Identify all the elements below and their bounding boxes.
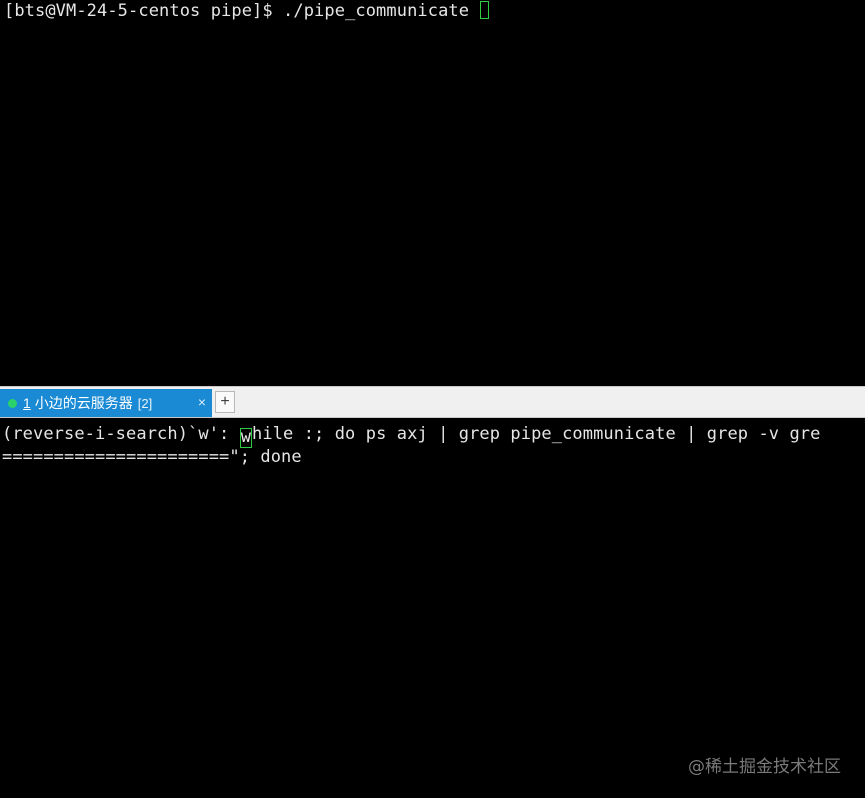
add-tab-button[interactable]: + (215, 391, 235, 413)
shell-prompt: [bts@VM-24-5-centos pipe]$ (4, 1, 284, 21)
watermark: @稀土掘金技术社区 (688, 757, 841, 777)
tab-session-count: [2] (137, 395, 153, 411)
terminal-pane-top[interactable]: [bts@VM-24-5-centos pipe]$ ./pipe_commun… (0, 0, 865, 386)
search-result-text: hile :; do ps axj | grep pipe_communicat… (252, 424, 821, 444)
session-tab-bar: 1 小边的云服务器 [2] × + (0, 386, 865, 418)
command-text: ./pipe_communicate (283, 1, 480, 21)
tab-title: 小边的云服务器 (34, 395, 133, 411)
tab-session-1[interactable]: 1 小边的云服务器 [2] × (0, 389, 212, 417)
terminal-line: ======================"; done (2, 446, 302, 468)
terminal-line: [bts@VM-24-5-centos pipe]$ ./pipe_commun… (4, 0, 490, 22)
search-match-cursor: w (239, 427, 253, 448)
terminal-pane-bottom[interactable]: (reverse-i-search)`w': while :; do ps ax… (0, 418, 865, 798)
close-icon[interactable]: × (198, 393, 206, 411)
tab-index: 1 (23, 395, 31, 411)
search-result-continuation: ======================"; done (2, 447, 302, 467)
terminal-line: (reverse-i-search)`w': while :; do ps ax… (2, 423, 820, 448)
connection-status-icon (8, 398, 17, 408)
reverse-search-prefix: (reverse-i-search)`w': (2, 424, 240, 444)
terminal-cursor (480, 1, 490, 19)
